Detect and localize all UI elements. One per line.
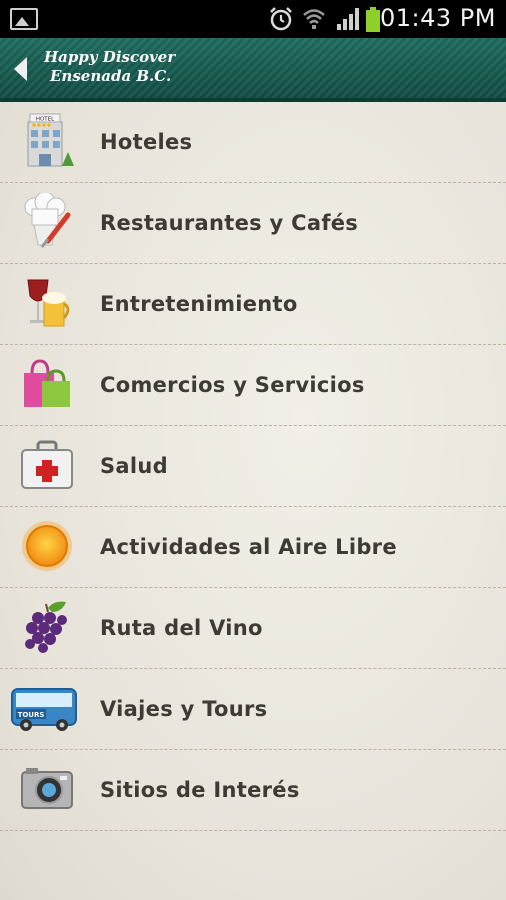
shopping-bag-icon: [24, 359, 70, 407]
app-title-line2: Ensenada B.C.: [50, 67, 172, 85]
gallery-icon: [10, 8, 38, 30]
first-aid-icon: [21, 440, 73, 489]
list-item-ruta-vino[interactable]: Ruta del Vino: [0, 588, 506, 669]
list-item-label: Actividades al Aire Libre: [100, 535, 397, 559]
category-list: HOTEL Hoteles Restaurantes y Cafés Entre…: [0, 102, 506, 900]
list-item-viajes[interactable]: TOURS Viajes y Tours: [0, 669, 506, 750]
drinks-icon: [27, 279, 70, 327]
list-item-label: Hoteles: [100, 130, 193, 154]
app-title-line1: Happy Discover: [44, 48, 176, 66]
svg-text:HOTEL: HOTEL: [36, 117, 55, 123]
list-item-comercios[interactable]: Comercios y Servicios: [0, 345, 506, 426]
list-item-label: Ruta del Vino: [100, 616, 263, 640]
alarm-icon: [270, 7, 292, 31]
chef-icon: [24, 193, 71, 248]
signal-icon: [337, 8, 359, 30]
list-item-entretenimiento[interactable]: Entretenimiento: [0, 264, 506, 345]
wifi-icon: [303, 9, 325, 29]
clock: 01:43 PM: [380, 4, 496, 32]
list-item-label: Entretenimiento: [100, 292, 298, 316]
list-item-restaurantes[interactable]: Restaurantes y Cafés: [0, 183, 506, 264]
list-item-actividades[interactable]: Actividades al Aire Libre: [0, 507, 506, 588]
list-item-label: Salud: [100, 454, 168, 478]
list-item-label: Viajes y Tours: [100, 697, 268, 721]
list-item-label: Sitios de Interés: [100, 778, 300, 802]
hotel-icon: HOTEL: [27, 113, 74, 167]
list-item-salud[interactable]: Salud: [0, 426, 506, 507]
list-item-label: Restaurantes y Cafés: [100, 211, 359, 235]
app-title[interactable]: Happy Discover Ensenada B.C.: [44, 48, 175, 86]
grapes-icon: [25, 601, 67, 653]
list-item-sitios[interactable]: Sitios de Interés: [0, 750, 506, 831]
list-item-label: Comercios y Servicios: [100, 373, 365, 397]
svg-text:TOURS: TOURS: [18, 711, 45, 719]
status-bar: 01:43 PM: [0, 0, 506, 38]
sun-icon: [22, 521, 72, 571]
back-arrow-icon[interactable]: [14, 57, 27, 81]
camera-icon: [21, 768, 73, 809]
app-header: Happy Discover Ensenada B.C.: [0, 38, 506, 102]
list-item-hoteles[interactable]: HOTEL Hoteles: [0, 102, 506, 183]
tour-bus-icon: TOURS: [11, 688, 77, 731]
